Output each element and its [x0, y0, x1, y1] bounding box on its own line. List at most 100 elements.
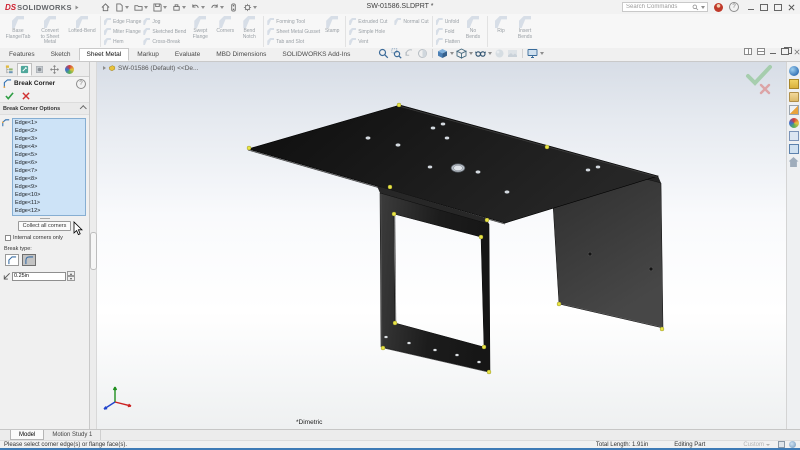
edge-selection-list[interactable]: Edge<1> Edge<2> Edge<3> Edge<4> Edge<5> … [12, 118, 86, 216]
edge-list-item[interactable]: Edge<2> [13, 127, 85, 135]
view-orientation-icon[interactable] [437, 48, 448, 59]
base-flange-button[interactable]: Base Flange/Tab [3, 15, 33, 48]
breadcrumb[interactable]: SW-01586 (Default) <<De... [103, 64, 198, 72]
spin-down-icon[interactable] [67, 276, 75, 281]
jog-button[interactable]: Jog [143, 17, 186, 26]
flatten-button[interactable]: Flatten [436, 37, 460, 46]
tab-and-slot-button[interactable]: Tab and Slot [267, 37, 320, 46]
redo-icon[interactable] [210, 3, 224, 12]
sheet-metal-gusset-button[interactable]: Sheet Metal Gusset [267, 27, 320, 36]
solidworks-resources-icon[interactable] [789, 66, 799, 76]
cross-break-button[interactable]: Cross-Break [143, 37, 186, 46]
simple-hole-button[interactable]: Simple Hole [349, 27, 428, 36]
command-tab[interactable]: MBD Dimensions [208, 48, 274, 61]
vent-button[interactable]: Vent [349, 37, 428, 46]
help-icon[interactable]: ? [729, 2, 739, 12]
edge-list-item[interactable]: Edge<12> [13, 207, 85, 215]
options-gear-icon[interactable] [243, 3, 257, 12]
forum-home-icon[interactable] [789, 157, 799, 167]
appearances-scenes-icon[interactable] [789, 118, 799, 128]
displaymanager-tab[interactable] [62, 63, 77, 76]
command-tab[interactable]: Sketch [43, 48, 79, 61]
document-tab[interactable]: Model [10, 430, 44, 440]
view-palette-icon[interactable] [789, 105, 799, 115]
apply-scene-icon[interactable] [507, 48, 518, 59]
edge-list-item[interactable]: Edge<4> [13, 143, 85, 151]
search-input[interactable] [623, 4, 692, 10]
zoom-to-area-icon[interactable] [391, 48, 402, 59]
file-explorer-icon[interactable] [789, 92, 799, 102]
confirm-cancel-button[interactable] [759, 83, 771, 95]
display-style-icon[interactable] [456, 48, 467, 59]
graphics-viewport[interactable]: SW-01586 (Default) <<De... *Dimetric [97, 62, 786, 429]
command-tab[interactable]: SOLIDWORKS Add-Ins [274, 48, 358, 61]
doc-minimize-button[interactable] [770, 53, 776, 54]
split-view-vertical-icon[interactable] [744, 48, 752, 55]
pm-help-icon[interactable]: ? [76, 79, 86, 89]
doc-restore-button[interactable] [781, 48, 789, 55]
status-tag-icon[interactable] [778, 441, 785, 448]
edit-appearance-icon[interactable] [494, 48, 505, 59]
swept-flange-button[interactable]: Swept Flange [188, 15, 212, 48]
edge-flange-button[interactable]: Edge Flange [104, 17, 141, 26]
save-icon[interactable] [153, 3, 167, 12]
distance-spinner[interactable] [67, 271, 75, 281]
minimize-button[interactable] [748, 9, 754, 10]
convert-to-sheet-metal-button[interactable]: Convert to Sheet Metal [35, 15, 65, 48]
edge-list-item[interactable]: Edge<6> [13, 159, 85, 167]
doc-close-button[interactable] [794, 49, 800, 55]
undo-icon[interactable] [191, 3, 205, 12]
corners-button[interactable]: Corners [214, 15, 236, 48]
restore-button[interactable] [774, 4, 782, 11]
edge-list-item[interactable]: Edge<7> [13, 167, 85, 175]
edge-list-item[interactable]: Edge<3> [13, 135, 85, 143]
view-orientation-caret-icon[interactable] [450, 52, 454, 55]
list-resize-grip[interactable] [40, 218, 50, 219]
command-tab[interactable]: Markup [129, 48, 167, 61]
fillet-break-button[interactable] [22, 254, 36, 266]
user-avatar[interactable] [714, 3, 723, 12]
display-style-caret-icon[interactable] [469, 52, 473, 55]
forming-tool-button[interactable]: Forming Tool [267, 17, 320, 26]
bend-notch-button[interactable]: Bend Notch [238, 15, 260, 48]
hide-show-caret-icon[interactable] [488, 52, 492, 55]
break-corner-options-header[interactable]: Break Corner Options [0, 103, 89, 115]
hem-button[interactable]: Hem [104, 37, 141, 46]
section-view-icon[interactable] [417, 48, 428, 59]
hide-show-items-icon[interactable] [475, 48, 486, 59]
logo-expand-icon[interactable] [75, 5, 78, 9]
command-tab[interactable]: Evaluate [167, 48, 208, 61]
miter-flange-button[interactable]: Miter Flange [104, 27, 141, 36]
rebuild-icon[interactable] [229, 3, 238, 12]
maximize-button[interactable] [760, 4, 768, 11]
command-tab[interactable]: Sheet Metal [79, 48, 130, 61]
edge-list-item[interactable]: Edge<9> [13, 183, 85, 191]
status-display-icon[interactable] [789, 441, 796, 448]
display-pane-icon[interactable] [789, 144, 799, 154]
panel-splitter[interactable] [90, 62, 97, 429]
part-model[interactable] [97, 62, 786, 429]
edge-list-item[interactable]: Edge<1> [13, 119, 85, 127]
edge-list-item[interactable]: Edge<8> [13, 175, 85, 183]
internal-corners-checkbox[interactable] [5, 235, 11, 241]
sketched-bend-button[interactable]: Sketched Bend [143, 27, 186, 36]
fold-button[interactable]: Fold [436, 27, 460, 36]
new-document-icon[interactable] [115, 3, 129, 12]
dimxpertmanager-tab[interactable] [47, 63, 62, 76]
insert-bends-button[interactable]: Insert Bends [513, 15, 537, 48]
open-icon[interactable] [134, 3, 148, 12]
edge-list-item[interactable]: Edge<10> [13, 191, 85, 199]
configurationmanager-tab[interactable] [32, 63, 47, 76]
extruded-cut-button[interactable]: Extruded Cut [349, 17, 387, 26]
propertymanager-tab[interactable] [17, 63, 32, 76]
command-tab[interactable]: Features [1, 48, 43, 61]
view-settings-icon[interactable] [527, 48, 538, 59]
document-tab[interactable]: Motion Study 1 [44, 430, 101, 440]
lofted-bend-button[interactable]: Lofted-Bend [67, 15, 97, 48]
no-bends-button[interactable]: No Bends [462, 15, 484, 48]
featuremanager-tree-tab[interactable] [2, 63, 17, 76]
stamp-button[interactable]: Stamp [322, 15, 342, 48]
tree-expand-icon[interactable] [103, 66, 106, 70]
ok-button[interactable] [5, 92, 14, 100]
split-view-horizontal-icon[interactable] [757, 48, 765, 55]
